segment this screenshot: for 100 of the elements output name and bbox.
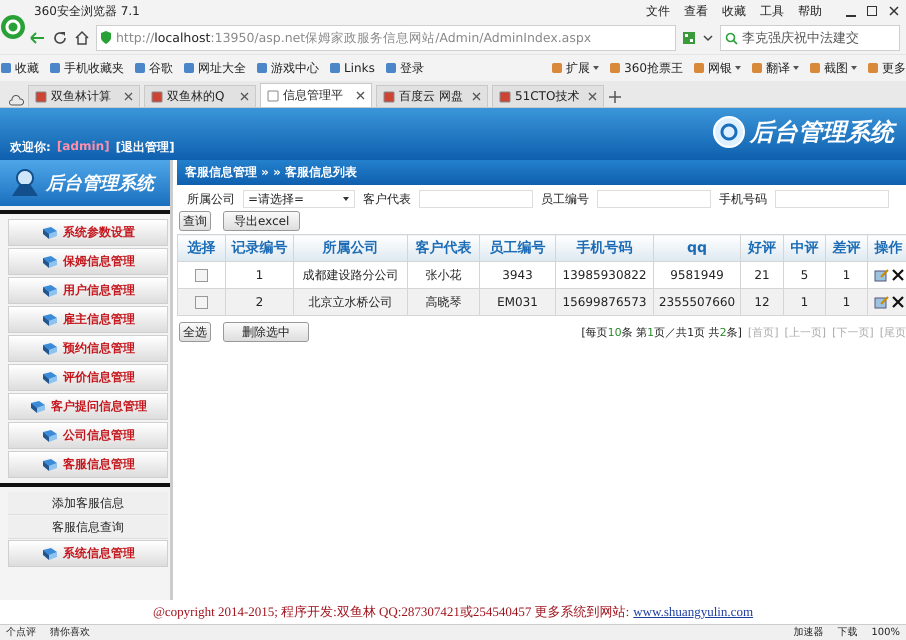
extension-icon (751, 62, 763, 74)
company-select[interactable]: =请选择= (243, 190, 355, 208)
bookmark[interactable]: 登录 (384, 60, 424, 76)
sidebar-subitem[interactable]: 客服信息查询 (8, 516, 168, 539)
status-item[interactable]: 个点评 (6, 627, 36, 639)
bookmark[interactable]: 谷歌 (134, 60, 173, 76)
favicon-icon (183, 62, 195, 74)
search-icon (725, 32, 738, 44)
menu-item[interactable]: 收藏 (722, 2, 746, 20)
table-cell: 高晓琴 (408, 288, 480, 316)
close-icon (124, 92, 133, 101)
toolbar-button[interactable]: 删除选中 (223, 322, 309, 342)
sidebar-menu-item[interactable]: 预约信息管理 (8, 335, 168, 362)
toolbar-button[interactable]: 全选 (179, 322, 211, 342)
status-item[interactable]: 加速器 (793, 627, 824, 639)
extension-icon (693, 62, 705, 74)
input-field[interactable] (775, 190, 889, 208)
row-checkbox[interactable] (195, 269, 208, 282)
browser-tab[interactable]: 双鱼林的Q (144, 85, 256, 107)
favicon-icon (49, 62, 61, 74)
bookmark[interactable]: 收藏 (0, 60, 39, 76)
column-header: 记录编号 (226, 234, 294, 262)
browser-tab[interactable]: 百度云 网盘 (376, 85, 488, 107)
toolbar-item[interactable]: 网银 (693, 60, 741, 76)
bookmark[interactable]: 网址大全 (183, 60, 246, 76)
browser-tab[interactable]: 51CTO技术 (492, 85, 604, 107)
sidebar-menu-item[interactable]: 保姆信息管理 (8, 248, 168, 275)
back-icon (28, 30, 46, 46)
close-icon (356, 91, 365, 100)
favicon-icon (383, 90, 395, 102)
toolbar-item[interactable]: 扩展 (551, 60, 600, 76)
book-icon (41, 254, 59, 268)
sidebar-menu-item[interactable]: 雇主信息管理 (8, 306, 168, 333)
menu-item[interactable]: 查看 (684, 2, 708, 20)
shield-icon (100, 31, 112, 45)
table-cell: 2355507660 (654, 288, 740, 316)
website-link[interactable]: www.shuangyulin.com (633, 604, 754, 620)
bookmark[interactable]: 游戏中心 (256, 60, 319, 76)
sidebar-menu-item[interactable]: 用户信息管理 (8, 277, 168, 304)
welcome-text: 欢迎你: (10, 139, 51, 156)
menu-item[interactable]: 工具 (760, 2, 784, 20)
bookmark[interactable]: Links (329, 61, 375, 75)
username: [admin] (56, 139, 110, 155)
favicon-icon (151, 90, 163, 102)
bookmark[interactable]: 手机收藏夹 (49, 60, 124, 76)
sidebar-menu-item[interactable]: 评价信息管理 (8, 364, 168, 391)
close-icon (472, 92, 481, 101)
favicon-icon (384, 62, 397, 74)
table-cell: 12 (740, 288, 784, 316)
toolbar-item[interactable]: 更多 (867, 60, 906, 76)
column-header: 差评 (826, 234, 868, 262)
book-icon (41, 546, 59, 560)
table-cell: 15699876573 (556, 288, 654, 316)
sidebar-menu-item[interactable]: 公司信息管理 (8, 422, 168, 449)
input-field[interactable] (597, 190, 711, 208)
toolbar-button[interactable]: 导出excel (223, 211, 300, 231)
input-field[interactable] (419, 190, 533, 208)
browser-tab[interactable]: 双鱼林计算 (28, 85, 140, 107)
toolbar-item[interactable]: 截图 (809, 60, 857, 76)
column-header: 选择 (178, 234, 226, 262)
extension-icon (867, 62, 879, 74)
status-item[interactable]: 下载 (837, 627, 858, 639)
sidebar-menu-item[interactable]: 客户提问信息管理 (8, 393, 168, 420)
favicon-icon (267, 90, 279, 102)
favicon-icon (0, 62, 12, 74)
address-field[interactable]: http://localhost:13950/asp.net保姆家政服务信息网站/Admin/AdminIndex.aspx (96, 25, 676, 51)
breadcrumb: 客服信息管理 » » 客服信息列表 (177, 160, 906, 185)
menu-item[interactable]: 帮助 (798, 2, 822, 20)
table-cell: 1 (826, 288, 868, 316)
toolbar-item[interactable]: 翻译 (751, 60, 799, 76)
edit-icon (874, 295, 890, 309)
filter-label: 所属公司 (187, 190, 235, 208)
row-checkbox[interactable] (195, 296, 208, 310)
logout-link[interactable]: [退出管理] (116, 139, 175, 156)
browser-tab[interactable]: 信息管理平 (260, 83, 372, 107)
status-item[interactable]: 猜你喜欢 (50, 627, 90, 639)
book-icon (41, 342, 59, 356)
toolbar-button[interactable]: 查询 (179, 211, 211, 231)
sidebar-menu-item[interactable]: 系统信息管理 (8, 540, 168, 567)
sidebar-subitem[interactable]: 添加客服信息 (8, 492, 168, 515)
sidebar-menu-item[interactable]: 系统参数设置 (8, 219, 168, 246)
qr-code-icon (682, 31, 696, 45)
ring-logo-icon (712, 115, 746, 149)
book-icon (41, 312, 59, 326)
favicon-icon (35, 90, 47, 102)
toolbar-item[interactable]: 360抢票王 (609, 60, 683, 76)
book-icon (41, 226, 59, 240)
sidebar-menu-item[interactable]: 客服信息管理 (8, 451, 168, 478)
book-icon (41, 458, 59, 472)
favicon-icon (499, 90, 511, 102)
column-header: 所属公司 (294, 234, 408, 262)
edit-icon (874, 268, 890, 282)
copyright-text: @copyright 2014-2015; 程序开发:双鱼林 QQ:287307421或254540457 更多系统到网站: (152, 603, 630, 621)
menu-item[interactable]: 文件 (646, 2, 670, 20)
search-field[interactable]: 李克强庆祝中法建交 (720, 25, 900, 51)
home-icon (74, 30, 90, 46)
delete-icon (892, 296, 904, 308)
column-header: 客户代表 (408, 234, 480, 262)
column-header: 员工编号 (480, 234, 556, 262)
status-item[interactable]: 100% (871, 627, 900, 639)
